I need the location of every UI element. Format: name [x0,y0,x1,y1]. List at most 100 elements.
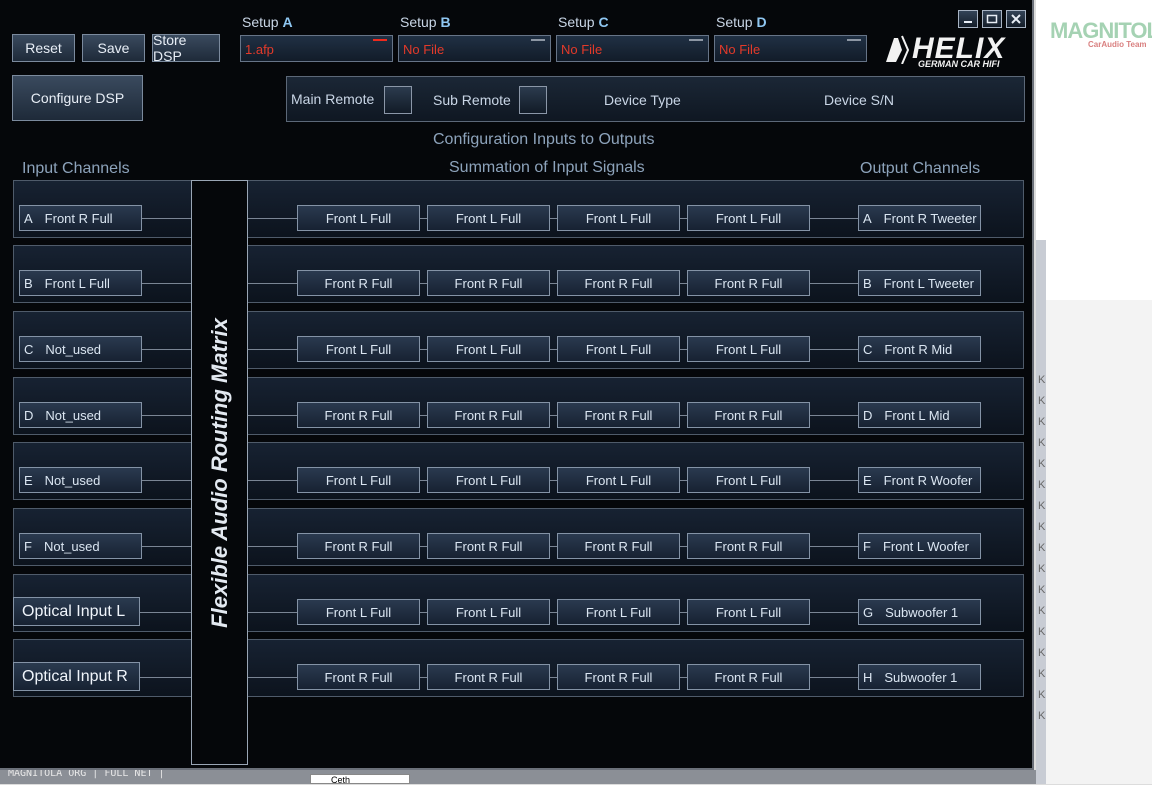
output-channel-name: Front L Woofer [882,538,969,554]
summation-slot[interactable]: Front R Full [687,664,810,690]
output-channel-letter: A [863,210,872,226]
input-channel[interactable]: E Not_used [19,467,142,493]
summation-slot[interactable]: Front L Full [687,336,810,362]
summation-slot[interactable]: Front R Full [427,270,550,296]
summation-slot[interactable]: Front L Full [557,599,680,625]
setup-d-indicator [847,39,861,41]
output-channel-name: Front R Tweeter [883,210,977,226]
setup-d-label: Setup D [716,14,767,30]
output-channel-name: Front R Mid [884,341,953,357]
output-channel[interactable]: C Front R Mid [858,336,981,362]
output-channel[interactable]: G Subwoofer 1 [858,599,981,625]
config-heading: Configuration Inputs to Outputs [433,131,655,148]
setup-d-field[interactable]: No File [714,35,867,62]
input-channel-name: Not_used [43,538,100,554]
setup-b-field[interactable]: No File [398,35,551,62]
summation-slot[interactable]: Front R Full [427,664,550,690]
helix-logo: HELIX GERMAN CAR HIFI [882,30,1028,72]
output-channel-name: Front R Woofer [883,472,973,488]
optical-input[interactable]: Optical Input R [13,662,140,691]
device-sn-label: Device S/N [824,92,895,108]
summation-slot[interactable]: Front R Full [557,664,680,690]
summation-slot[interactable]: Front L Full [687,599,810,625]
input-channel-name: Not_used [45,341,102,357]
summation-slot[interactable]: Front R Full [297,402,420,428]
summation-slot[interactable]: Front L Full [297,467,420,493]
device-status-panel: Main Remote Sub Remote Device Type Devic… [286,76,1025,122]
summation-slot[interactable]: Front L Full [557,467,680,493]
summation-slot[interactable]: Front R Full [557,402,680,428]
optical-input[interactable]: Optical Input L [13,597,140,626]
output-channel[interactable]: F Front L Woofer [858,533,981,559]
output-channel[interactable]: E Front R Woofer [858,467,981,493]
reset-button[interactable]: Reset [12,34,75,62]
summation-slot[interactable]: Front R Full [687,533,810,559]
maximize-icon[interactable] [982,10,1002,28]
output-channel-name: Subwoofer 1 [885,604,959,620]
input-channel-letter: A [24,210,33,226]
setup-b-indicator [531,39,545,41]
summation-slot[interactable]: Front R Full [297,533,420,559]
summation-slot[interactable]: Front L Full [427,205,550,231]
output-channel[interactable]: H Subwoofer 1 [858,664,981,690]
output-channel[interactable]: B Front L Tweeter [858,270,981,296]
summation-slot[interactable]: Front L Full [687,467,810,493]
output-channel[interactable]: A Front R Tweeter [858,205,981,231]
summation-slot[interactable]: Front R Full [557,533,680,559]
output-channel-letter: F [863,538,871,554]
summation-slot[interactable]: Front L Full [557,205,680,231]
background-text: KKKKKKKKKKKKKKKKK [1038,374,1046,722]
setup-c-field[interactable]: No File [556,35,709,62]
output-channel-letter: D [863,407,873,423]
input-channel[interactable]: A Front R Full [19,205,142,231]
taskbar-tab[interactable]: Ceth [310,774,410,785]
dsp-app-window: Reset Save Store DSP Configure DSP Setup… [0,0,1034,770]
input-channel-letter: E [24,472,33,488]
main-remote-indicator[interactable] [384,86,412,114]
save-button[interactable]: Save [82,34,145,62]
summation-slot[interactable]: Front R Full [297,664,420,690]
summation-slot[interactable]: Front R Full [297,270,420,296]
summation-slot[interactable]: Front R Full [557,270,680,296]
store-dsp-button[interactable]: Store DSP [152,32,220,64]
summation-slot[interactable]: Front R Full [427,533,550,559]
close-icon[interactable] [1006,10,1026,28]
summation-slot[interactable]: Front L Full [427,467,550,493]
input-channel[interactable]: B Front L Full [19,270,142,296]
summation-slot[interactable]: Front L Full [427,336,550,362]
input-channel-letter: B [24,275,33,291]
summation-slot[interactable]: Front L Full [427,599,550,625]
output-channel[interactable]: D Front L Mid [858,402,981,428]
output-channel-name: Front L Mid [884,407,950,423]
input-channel[interactable]: F Not_used [19,533,142,559]
output-channels-heading: Output Channels [860,160,981,177]
input-channel-name: Not_used [44,472,101,488]
input-channel-name: Front L Full [44,275,110,291]
output-channel-name: Front L Tweeter [883,275,974,291]
summation-slot[interactable]: Front R Full [687,270,810,296]
setup-a-field[interactable]: 1.afp [240,35,393,62]
configure-dsp-button[interactable]: Configure DSP [12,75,143,121]
summation-slot[interactable]: Front L Full [297,205,420,231]
sub-remote-indicator[interactable] [519,86,547,114]
summation-slot[interactable]: Front R Full [687,402,810,428]
setup-a-indicator [373,39,387,41]
output-channel-letter: B [863,275,872,291]
summation-slot[interactable]: Front L Full [687,205,810,231]
input-channel[interactable]: D Not_used [19,402,142,428]
summation-slot[interactable]: Front L Full [297,336,420,362]
watermark-sub: CarAudio Team [1088,40,1147,49]
device-type-label: Device Type [604,92,681,108]
summation-slot[interactable]: Front L Full [297,599,420,625]
output-channel-letter: G [863,604,874,620]
output-channel-name: Subwoofer 1 [884,669,958,685]
summation-slot[interactable]: Front R Full [427,402,550,428]
summation-slot[interactable]: Front L Full [557,336,680,362]
minimize-icon[interactable] [958,10,978,28]
input-channel-letter: F [24,538,32,554]
input-channel-letter: D [24,407,34,423]
main-remote-label: Main Remote [291,91,375,107]
input-channel[interactable]: C Not_used [19,336,142,362]
setup-b-label: Setup B [400,14,451,30]
routing-matrix[interactable]: Flexible Audio Routing Matrix [191,180,248,765]
